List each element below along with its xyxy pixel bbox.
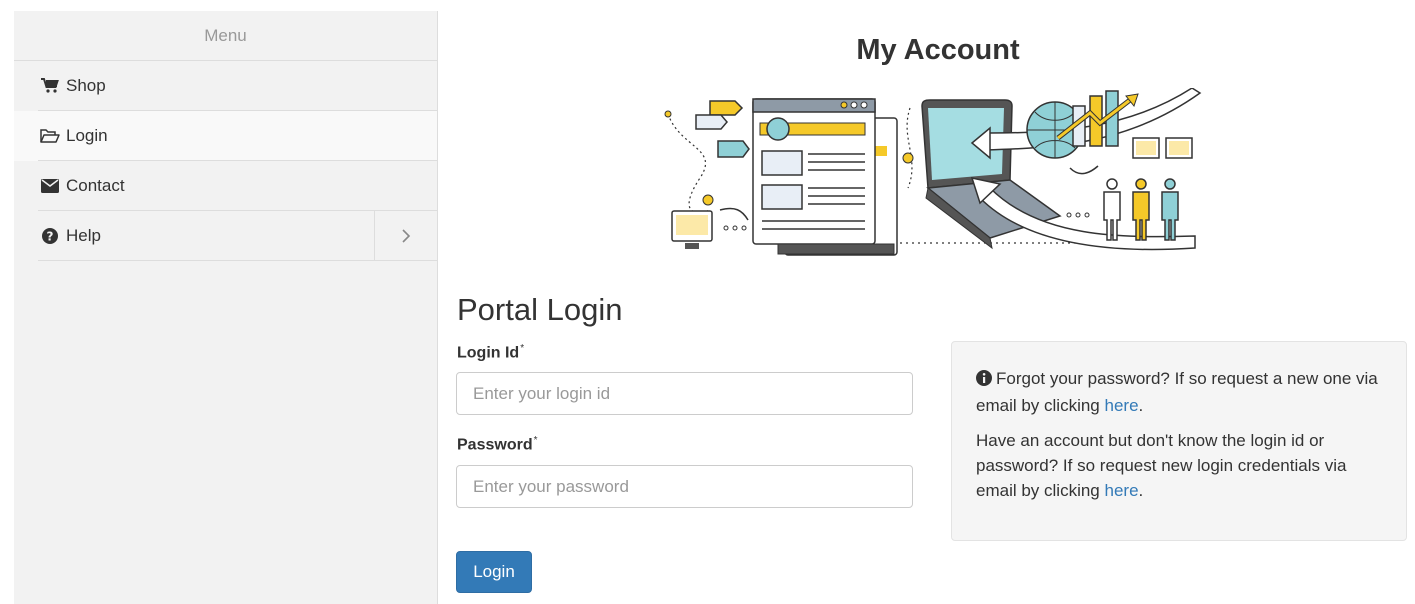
login-button[interactable]: Login [456,551,532,593]
sidebar-item-shop[interactable]: Shop [14,61,437,111]
sidebar-item-label: Help [66,226,101,245]
shopping-cart-icon [40,77,60,95]
sidebar-menu: Menu Shop Login Contact ? Help [14,11,438,604]
sidebar-item-contact[interactable]: Contact [14,161,437,211]
forgot-password-text: Forgot your password? If so request a ne… [976,366,1382,418]
sidebar-item-label: Login [66,126,108,145]
required-marker: * [533,435,538,446]
question-circle-icon: ? [40,227,60,245]
folder-open-icon [40,127,60,145]
password-label-text: Password [457,436,533,454]
chevron-right-icon[interactable] [374,211,437,260]
sidebar-item-help[interactable]: ? Help [14,211,437,261]
login-id-input[interactable] [456,372,913,415]
sidebar-item-label: Shop [66,76,106,95]
required-marker: * [520,343,525,354]
svg-text:?: ? [47,230,54,244]
password-label: Password* [457,435,538,454]
credentials-message: Have an account but don't know the login… [976,431,1347,500]
period: . [1138,481,1144,500]
password-input[interactable] [456,465,913,508]
section-title: Portal Login [457,292,623,327]
help-info-box: Forgot your password? If so request a ne… [951,341,1407,541]
menu-header: Menu [14,11,437,61]
sidebar-item-label: Contact [66,176,125,195]
login-id-label: Login Id* [457,343,524,362]
info-circle-icon [976,368,992,393]
forgot-password-link[interactable]: here [1105,396,1139,415]
page-title: My Account [856,34,1020,66]
forgot-password-message: Forgot your password? If so request a ne… [976,369,1378,415]
envelope-icon [40,177,60,195]
period: . [1138,396,1144,415]
login-id-label-text: Login Id [457,344,520,362]
sidebar-item-login[interactable]: Login [14,111,437,161]
request-credentials-link[interactable]: here [1105,481,1139,500]
credentials-text: Have an account but don't know the login… [976,428,1382,503]
hero-illustration [660,87,1205,258]
